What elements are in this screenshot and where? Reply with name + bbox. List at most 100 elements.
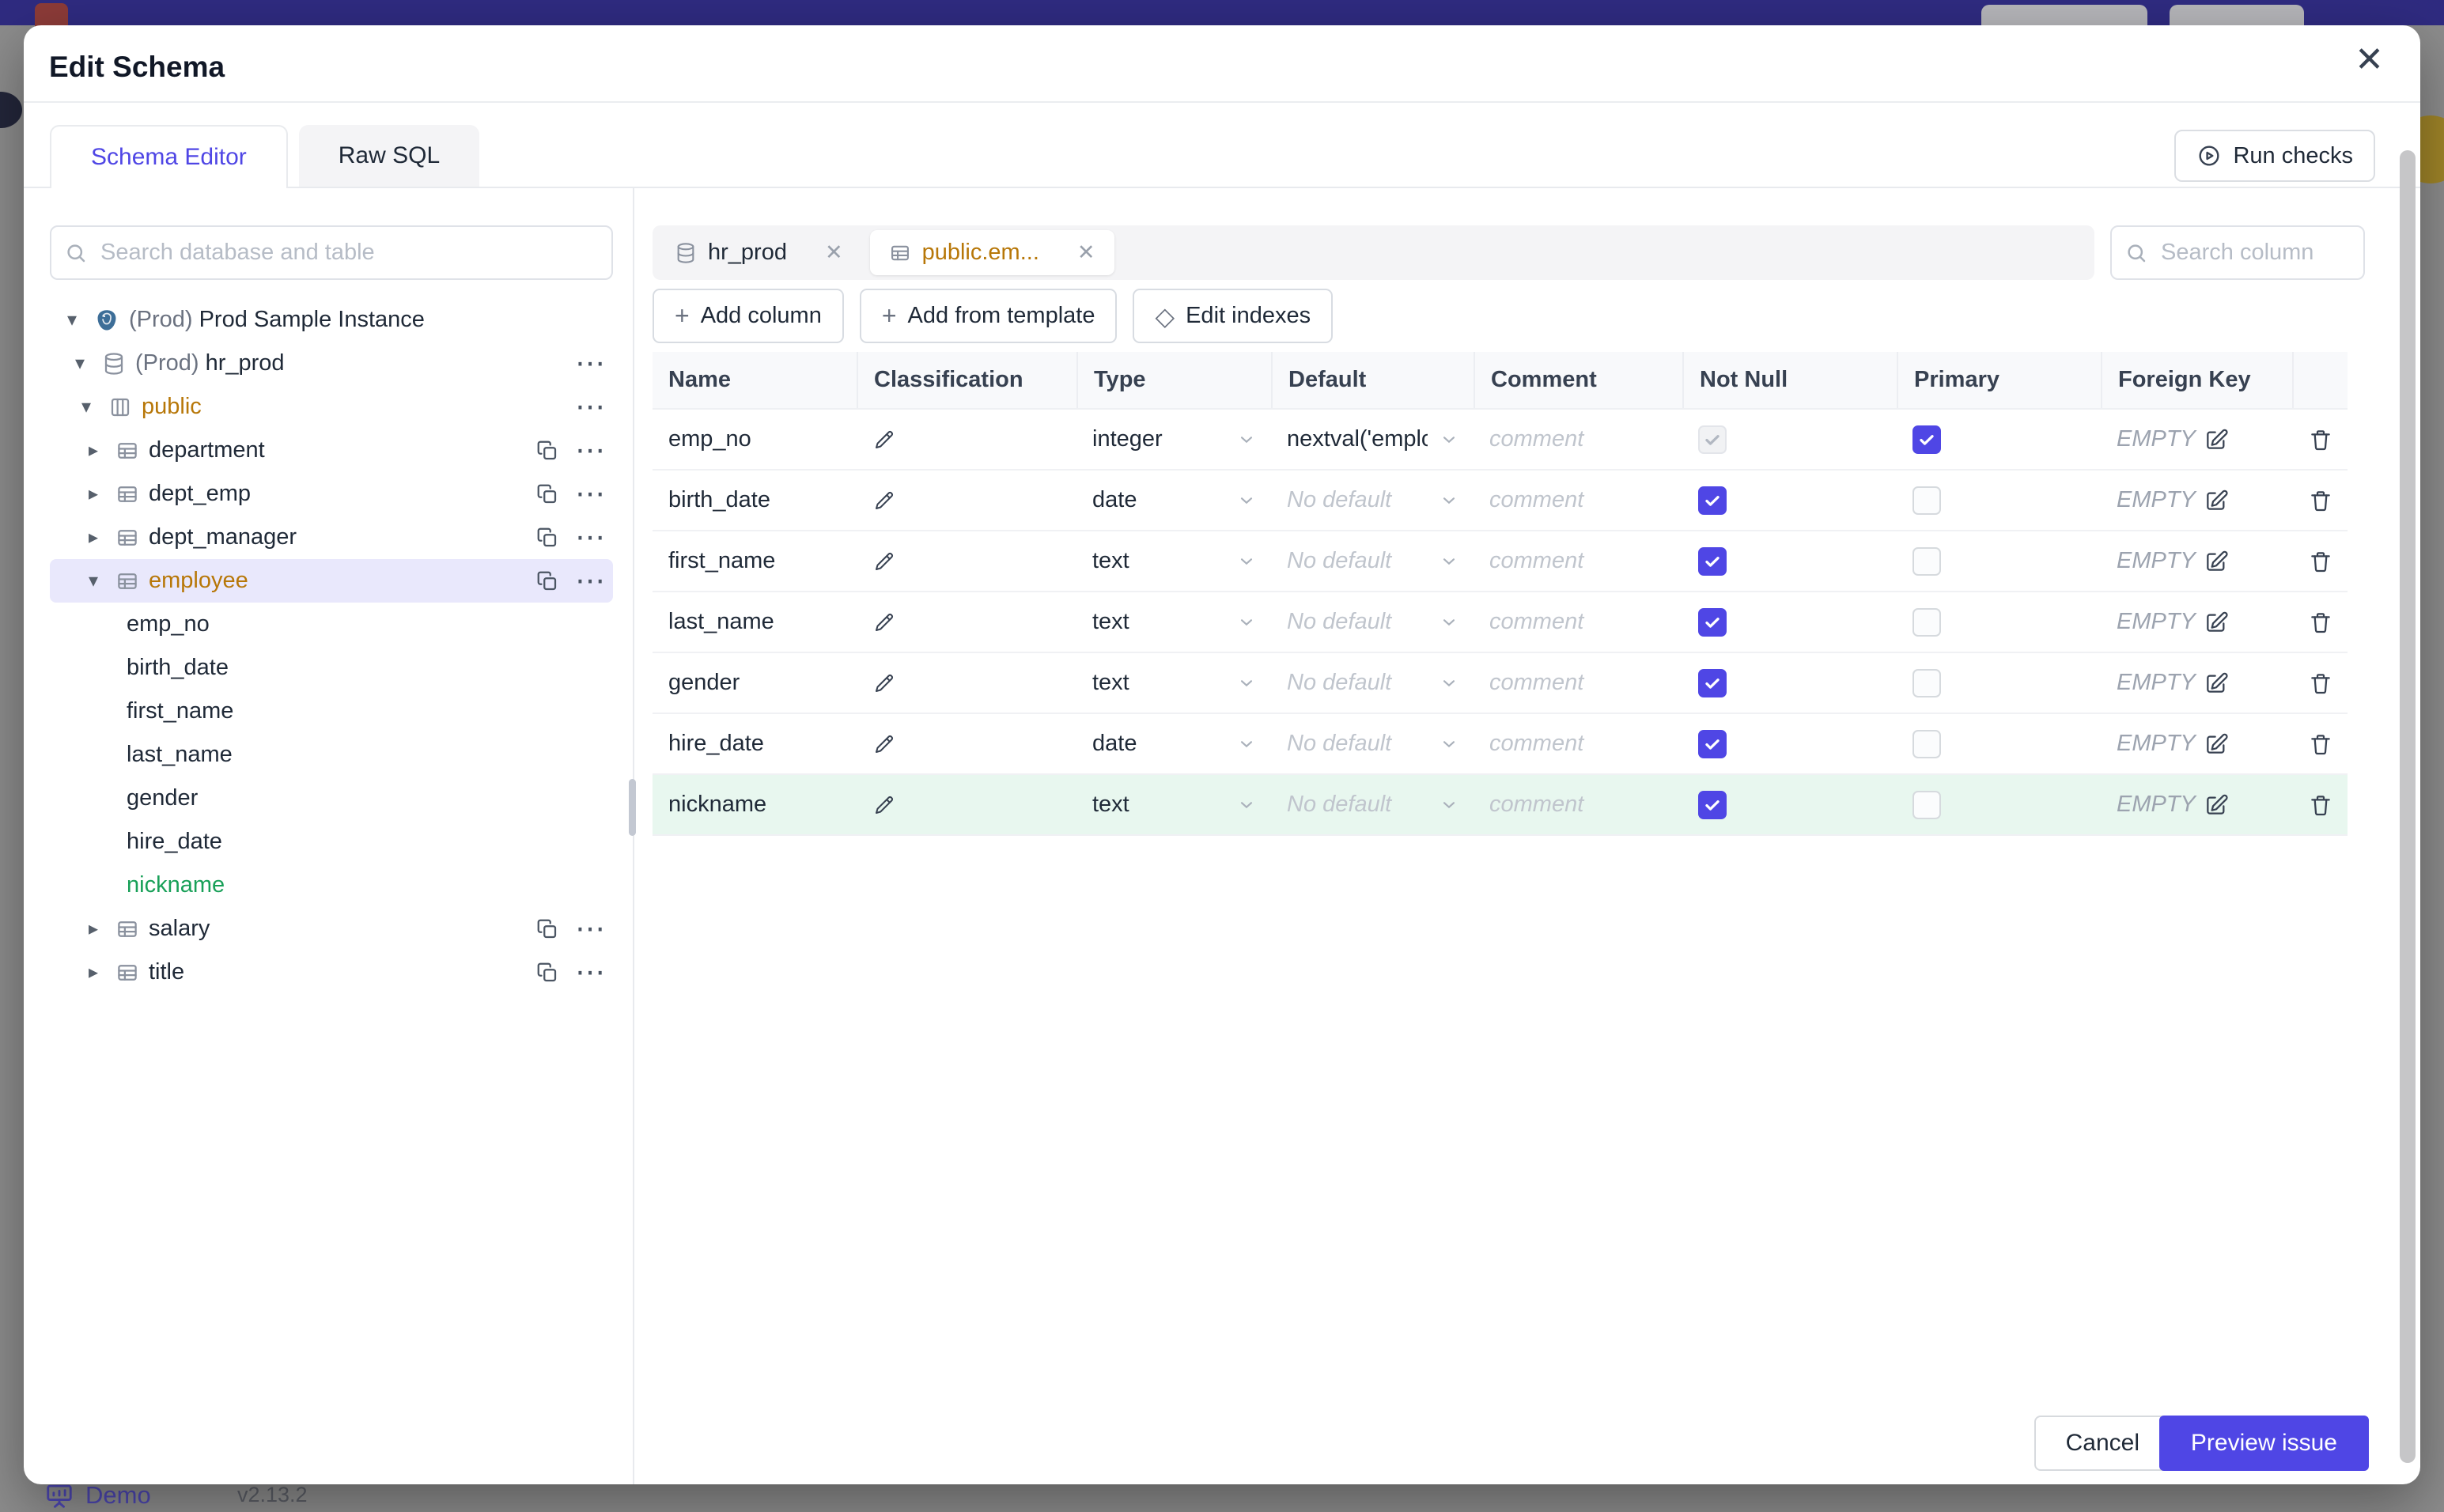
- copy-icon[interactable]: [535, 569, 559, 593]
- classification-cell[interactable]: [857, 592, 1076, 652]
- primary-checkbox[interactable]: [1912, 425, 1941, 454]
- close-tab-icon[interactable]: ✕: [1077, 240, 1095, 265]
- type-select[interactable]: date: [1076, 714, 1271, 773]
- default-select[interactable]: No default: [1271, 592, 1474, 652]
- comment-input[interactable]: comment: [1474, 410, 1682, 469]
- classification-cell[interactable]: [857, 471, 1076, 530]
- tab-schema-editor[interactable]: Schema Editor: [50, 125, 288, 188]
- add-column-button[interactable]: + Add column: [653, 289, 844, 343]
- caret-down-icon[interactable]: ▾: [89, 569, 115, 592]
- caret-right-icon[interactable]: ▸: [89, 961, 115, 984]
- not-null-checkbox[interactable]: [1698, 790, 1727, 819]
- primary-checkbox[interactable]: [1912, 607, 1941, 637]
- caret-right-icon[interactable]: ▸: [89, 482, 115, 505]
- database-search-input[interactable]: [50, 225, 613, 280]
- trash-icon[interactable]: [2308, 792, 2333, 818]
- primary-checkbox[interactable]: [1912, 668, 1941, 697]
- cancel-button[interactable]: Cancel: [2034, 1416, 2171, 1471]
- primary-checkbox[interactable]: [1912, 729, 1941, 758]
- trash-icon[interactable]: [2308, 610, 2333, 635]
- classification-cell[interactable]: [857, 653, 1076, 713]
- type-select[interactable]: text: [1076, 531, 1271, 591]
- close-tab-icon[interactable]: ✕: [825, 240, 843, 265]
- not-null-checkbox[interactable]: [1698, 729, 1727, 758]
- not-null-checkbox[interactable]: [1698, 668, 1727, 697]
- tab-hr-prod[interactable]: hr_prod ✕: [656, 230, 862, 275]
- copy-icon[interactable]: [535, 526, 559, 550]
- comment-input[interactable]: comment: [1474, 714, 1682, 773]
- tab-public-employee[interactable]: public.em... ✕: [869, 230, 1114, 275]
- caret-right-icon[interactable]: ▸: [89, 917, 115, 940]
- tree-item-employee[interactable]: ▾ employee ⋯: [50, 559, 613, 603]
- edit-foreign-key-icon[interactable]: [2204, 427, 2229, 452]
- caret-right-icon[interactable]: ▸: [89, 439, 115, 462]
- classification-cell[interactable]: [857, 531, 1076, 591]
- tree-item-salary[interactable]: ▸ salary ⋯: [50, 907, 613, 951]
- primary-checkbox[interactable]: [1912, 546, 1941, 576]
- column-name[interactable]: last_name: [653, 592, 857, 652]
- modal-scrollbar[interactable]: [2400, 150, 2416, 1463]
- trash-icon[interactable]: [2308, 731, 2333, 757]
- default-select[interactable]: nextval('employ: [1271, 410, 1474, 469]
- tree-column-gender[interactable]: gender: [50, 777, 613, 820]
- edit-foreign-key-icon[interactable]: [2204, 731, 2229, 757]
- tree-column-hire-date[interactable]: hire_date: [50, 820, 613, 864]
- copy-icon[interactable]: [535, 439, 559, 463]
- run-checks-button[interactable]: Run checks: [2174, 130, 2375, 182]
- column-name[interactable]: gender: [653, 653, 857, 713]
- classification-cell[interactable]: [857, 714, 1076, 773]
- tree-item-instance[interactable]: ▾ (Prod) Prod Sample Instance: [50, 298, 613, 342]
- tree-item-dept-emp[interactable]: ▸ dept_emp ⋯: [50, 472, 613, 516]
- column-name[interactable]: hire_date: [653, 714, 857, 773]
- edit-foreign-key-icon[interactable]: [2204, 549, 2229, 574]
- not-null-checkbox[interactable]: [1698, 486, 1727, 515]
- tree-column-emp-no[interactable]: emp_no: [50, 603, 613, 646]
- default-select[interactable]: No default: [1271, 714, 1474, 773]
- copy-icon[interactable]: [535, 482, 559, 506]
- panel-resize-handle[interactable]: [629, 779, 636, 836]
- column-name[interactable]: first_name: [653, 531, 857, 591]
- tree-item-title[interactable]: ▸ title ⋯: [50, 951, 613, 994]
- copy-icon[interactable]: [535, 917, 559, 941]
- comment-input[interactable]: comment: [1474, 471, 1682, 530]
- close-icon[interactable]: ✕: [2355, 43, 2384, 77]
- column-search-input[interactable]: [2110, 225, 2365, 280]
- trash-icon[interactable]: [2308, 671, 2333, 696]
- trash-icon[interactable]: [2308, 549, 2333, 574]
- tree-column-first-name[interactable]: first_name: [50, 690, 613, 733]
- default-select[interactable]: No default: [1271, 471, 1474, 530]
- not-null-checkbox[interactable]: [1698, 425, 1727, 454]
- not-null-checkbox[interactable]: [1698, 546, 1727, 576]
- tree-column-birth-date[interactable]: birth_date: [50, 646, 613, 690]
- tree-column-last-name[interactable]: last_name: [50, 733, 613, 777]
- caret-down-icon[interactable]: ▾: [81, 395, 108, 418]
- comment-input[interactable]: comment: [1474, 531, 1682, 591]
- type-select[interactable]: text: [1076, 592, 1271, 652]
- not-null-checkbox[interactable]: [1698, 607, 1727, 637]
- caret-down-icon[interactable]: ▾: [75, 352, 102, 375]
- tree-item-department[interactable]: ▸ department ⋯: [50, 429, 613, 472]
- classification-cell[interactable]: [857, 775, 1076, 834]
- edit-foreign-key-icon[interactable]: [2204, 488, 2229, 513]
- tab-raw-sql[interactable]: Raw SQL: [298, 125, 480, 187]
- type-select[interactable]: text: [1076, 775, 1271, 834]
- default-select[interactable]: No default: [1271, 775, 1474, 834]
- comment-input[interactable]: comment: [1474, 592, 1682, 652]
- column-name[interactable]: nickname: [653, 775, 857, 834]
- type-select[interactable]: integer: [1076, 410, 1271, 469]
- classification-cell[interactable]: [857, 410, 1076, 469]
- trash-icon[interactable]: [2308, 488, 2333, 513]
- column-name[interactable]: emp_no: [653, 410, 857, 469]
- type-select[interactable]: date: [1076, 471, 1271, 530]
- primary-checkbox[interactable]: [1912, 486, 1941, 515]
- tree-column-nickname[interactable]: nickname: [50, 864, 613, 907]
- demo-link[interactable]: Demo: [44, 1480, 151, 1510]
- default-select[interactable]: No default: [1271, 531, 1474, 591]
- tree-item-hr-prod[interactable]: ▾ (Prod) hr_prod ⋯: [50, 342, 613, 385]
- edit-indexes-button[interactable]: ◇ Edit indexes: [1133, 289, 1334, 343]
- trash-icon[interactable]: [2308, 427, 2333, 452]
- add-from-template-button[interactable]: + Add from template: [859, 289, 1118, 343]
- column-name[interactable]: birth_date: [653, 471, 857, 530]
- caret-down-icon[interactable]: ▾: [67, 308, 94, 331]
- comment-input[interactable]: comment: [1474, 775, 1682, 834]
